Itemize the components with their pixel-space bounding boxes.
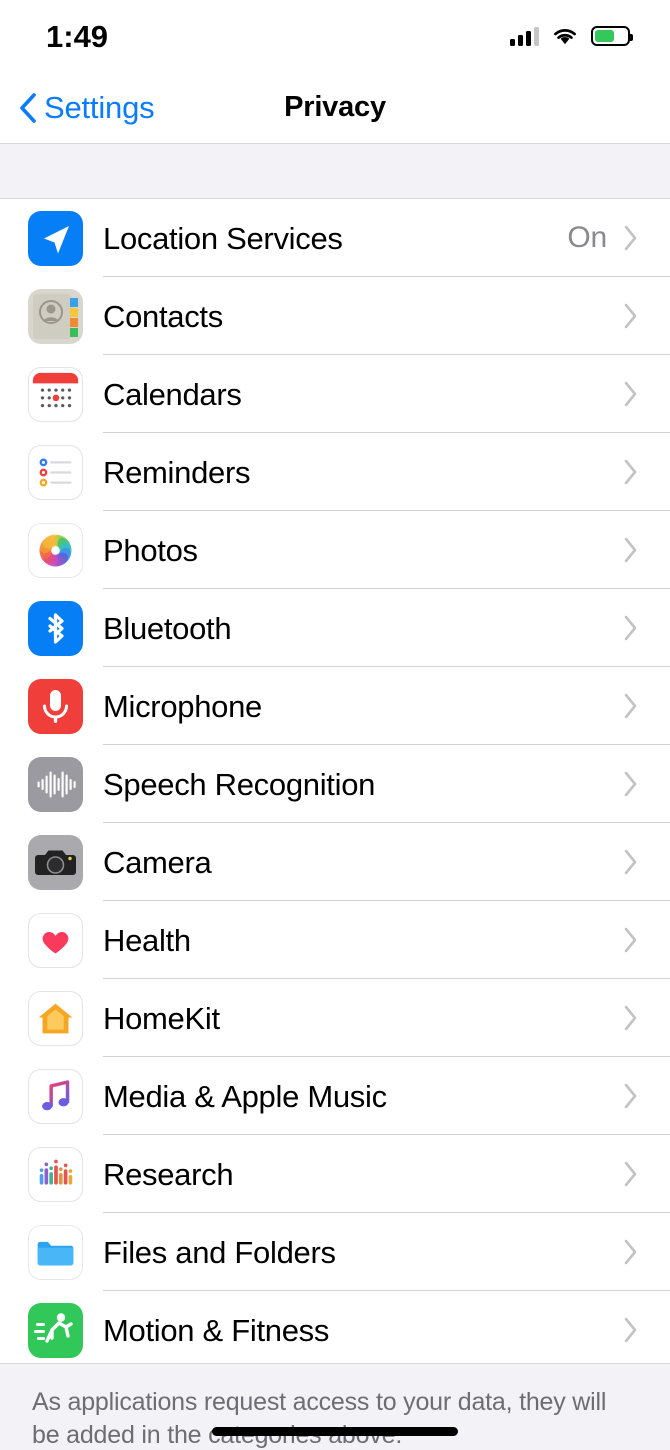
list-item[interactable]: Bluetooth (0, 589, 670, 667)
house-icon (28, 990, 83, 1046)
list-item-label: Health (103, 922, 191, 958)
list-item-label: Research (103, 1156, 234, 1192)
microphone-icon (28, 678, 83, 734)
list-item[interactable]: Files and Folders (0, 1213, 670, 1291)
location-arrow-icon (28, 210, 83, 266)
camera-icon (28, 834, 83, 890)
back-button[interactable]: Settings (0, 90, 155, 125)
list-item[interactable]: Contacts (0, 277, 670, 355)
chevron-left-icon (20, 92, 36, 123)
music-note-icon (28, 1068, 83, 1124)
waveform-icon (28, 756, 83, 812)
list-item-label: HomeKit (103, 1000, 220, 1036)
list-item-label: Calendars (103, 376, 242, 412)
list-item-label: Photos (103, 532, 198, 568)
home-indicator-bar[interactable] (212, 1427, 458, 1436)
contacts-icon (28, 288, 83, 344)
status-bar: 1:49 (0, 0, 670, 72)
settings-scroll-area[interactable]: Location Services On Contacts Calendars (0, 143, 670, 1363)
photos-icon (28, 522, 83, 578)
footer-section: As applications request access to your d… (0, 1363, 670, 1450)
calendar-icon (28, 366, 83, 422)
list-item[interactable]: Health (0, 901, 670, 979)
list-item[interactable]: Location Services On (0, 199, 670, 277)
list-item-label: Location Services (103, 220, 343, 256)
reminders-icon (28, 444, 83, 500)
privacy-list: Location Services On Contacts Calendars (0, 199, 670, 1363)
status-indicators (510, 26, 633, 46)
list-item[interactable]: Motion & Fitness (0, 1291, 670, 1363)
navigation-bar: Settings Privacy (0, 72, 670, 143)
battery-icon (591, 26, 633, 46)
list-item[interactable]: Microphone (0, 667, 670, 745)
chevron-right-icon (624, 1161, 637, 1187)
list-item[interactable]: Reminders (0, 433, 670, 511)
cellular-bars-icon (510, 26, 539, 46)
list-item-label: Reminders (103, 454, 251, 490)
chevron-right-icon (624, 1083, 637, 1109)
chevron-right-icon (624, 225, 637, 251)
section-spacer (0, 143, 670, 199)
chevron-right-icon (624, 459, 637, 485)
research-bars-icon (28, 1146, 83, 1202)
chevron-right-icon (624, 1317, 637, 1343)
list-item[interactable]: Speech Recognition (0, 745, 670, 823)
folder-icon (28, 1224, 83, 1280)
chevron-right-icon (624, 1005, 637, 1031)
list-item-label: Camera (103, 844, 212, 880)
list-item-label: Media & Apple Music (103, 1078, 387, 1114)
list-item-label: Microphone (103, 688, 262, 724)
wifi-icon (554, 29, 576, 45)
list-item-label: Files and Folders (103, 1234, 336, 1270)
chevron-right-icon (624, 849, 637, 875)
chevron-right-icon (624, 693, 637, 719)
heart-icon (28, 912, 83, 968)
list-item[interactable]: Media & Apple Music (0, 1057, 670, 1135)
list-item[interactable]: HomeKit (0, 979, 670, 1057)
chevron-right-icon (624, 381, 637, 407)
running-person-icon (28, 1302, 83, 1358)
footer-text: As applications request access to your d… (32, 1388, 607, 1449)
chevron-right-icon (624, 615, 637, 641)
list-item-label: Motion & Fitness (103, 1312, 330, 1348)
chevron-right-icon (624, 1239, 637, 1265)
list-item-value: On (567, 221, 607, 254)
status-time: 1:49 (46, 18, 109, 54)
list-item-label: Bluetooth (103, 610, 232, 646)
back-button-label: Settings (44, 90, 155, 125)
chevron-right-icon (624, 537, 637, 563)
iphone-screen: 1:49 Settings Privacy Location Services O… (0, 0, 670, 1450)
chevron-right-icon (624, 303, 637, 329)
bluetooth-icon (28, 600, 83, 656)
list-item-label: Contacts (103, 298, 223, 334)
list-item[interactable]: Camera (0, 823, 670, 901)
list-item[interactable]: Research (0, 1135, 670, 1213)
chevron-right-icon (624, 771, 637, 797)
list-item-label: Speech Recognition (103, 766, 376, 802)
list-item[interactable]: Calendars (0, 355, 670, 433)
list-item[interactable]: Photos (0, 511, 670, 589)
chevron-right-icon (624, 927, 637, 953)
